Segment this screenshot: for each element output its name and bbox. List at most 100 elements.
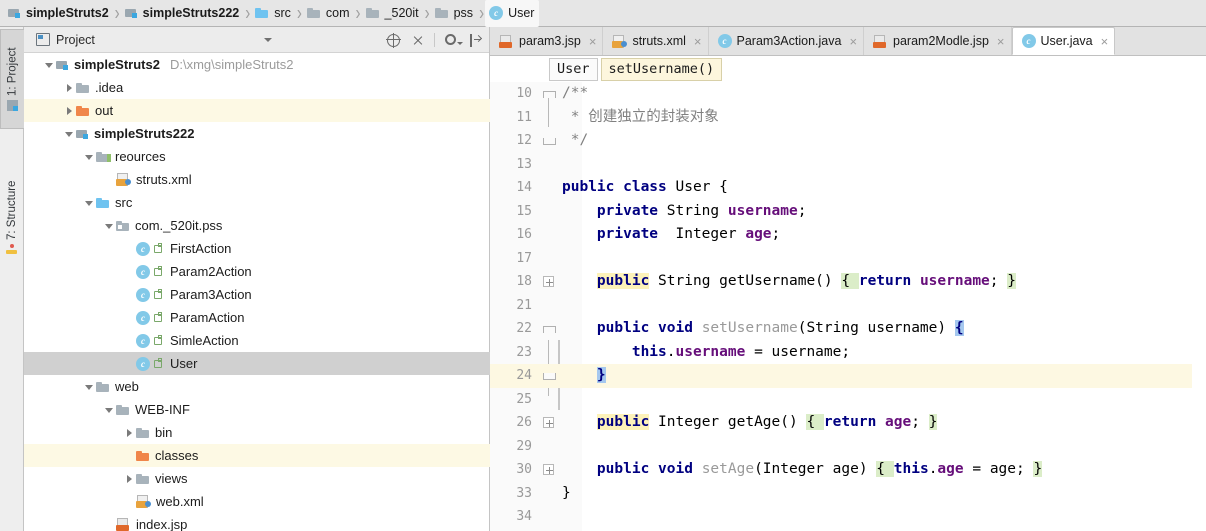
tree-row[interactable]: reources bbox=[24, 145, 490, 168]
code-line[interactable]: 26 public Integer getAge() { return age;… bbox=[490, 411, 1206, 435]
tree-row[interactable]: c ParamAction bbox=[24, 306, 490, 329]
tree-row[interactable]: classes bbox=[24, 444, 490, 467]
close-icon[interactable]: × bbox=[1101, 35, 1109, 48]
code-line[interactable]: 11 * 创建独立的封装对象 bbox=[490, 106, 1206, 130]
tree-row[interactable]: c Param3Action bbox=[24, 283, 490, 306]
tree-toggle-right-icon[interactable] bbox=[62, 99, 76, 122]
tree-row[interactable]: simpleStruts2 D:\xmg\simpleStruts2 bbox=[24, 53, 490, 76]
editor-tab-param2modle-jsp[interactable]: param2Modle.jsp × bbox=[864, 27, 1012, 55]
editor-scroll-rail[interactable] bbox=[1192, 82, 1206, 531]
code-text: private Integer age; bbox=[562, 223, 780, 247]
tree-row[interactable]: index.jsp bbox=[24, 513, 490, 531]
java-class-icon: c bbox=[136, 310, 150, 325]
breadcrumb-item-simplestruts2[interactable]: simpleStruts2 bbox=[4, 0, 114, 27]
code-line[interactable]: 34 bbox=[490, 505, 1206, 529]
tree-toggle-down-icon[interactable] bbox=[82, 145, 96, 168]
tree-row[interactable]: simpleStruts222 bbox=[24, 122, 490, 145]
tree-row-path: D:\xmg\simpleStruts2 bbox=[169, 57, 294, 72]
editor-breadcrumb-setusername[interactable]: setUsername() bbox=[600, 57, 723, 81]
code-line[interactable]: 30 public void setAge(Integer age) { thi… bbox=[490, 458, 1206, 482]
editor-tab-struts-xml[interactable]: struts.xml × bbox=[603, 27, 709, 55]
tool-window-button-project[interactable]: 1: Project bbox=[0, 29, 24, 129]
tree-row[interactable]: web.xml bbox=[24, 490, 490, 513]
tree-toggle-down-icon[interactable] bbox=[62, 122, 76, 145]
tree-row[interactable]: struts.xml bbox=[24, 168, 490, 191]
locate-target-icon[interactable] bbox=[386, 32, 401, 48]
chevron-down-icon[interactable] bbox=[264, 38, 272, 42]
code-line[interactable]: 24 } bbox=[490, 364, 1206, 388]
code-line[interactable]: 25 bbox=[490, 388, 1206, 412]
tree-toggle-right-icon[interactable] bbox=[122, 467, 136, 490]
tree-row[interactable]: web bbox=[24, 375, 490, 398]
code-line[interactable]: 22 public void setUsername(String userna… bbox=[490, 317, 1206, 341]
tree-row[interactable]: c User bbox=[24, 352, 490, 375]
code-line[interactable]: 23 this.username = username; bbox=[490, 341, 1206, 365]
project-tree[interactable]: simpleStruts2 D:\xmg\simpleStruts2 .idea ou… bbox=[24, 53, 490, 531]
breadcrumb-item-com[interactable]: com bbox=[303, 0, 355, 27]
java-class-icon: c bbox=[1021, 34, 1036, 48]
breadcrumb-item-user[interactable]: c User bbox=[485, 0, 540, 27]
code-fold-plus-icon[interactable] bbox=[543, 464, 554, 475]
tree-row[interactable]: c FirstAction bbox=[24, 237, 490, 260]
tree-row[interactable]: .idea bbox=[24, 76, 490, 99]
code-content[interactable]: 10/** 11 * 创建独立的封装对象 12 */13 14 public class… bbox=[490, 82, 1206, 531]
close-icon[interactable]: × bbox=[997, 35, 1005, 48]
code-line[interactable]: 21 bbox=[490, 294, 1206, 318]
code-line[interactable]: 15 private String username; bbox=[490, 200, 1206, 224]
tree-row[interactable]: WEB-INF bbox=[24, 398, 490, 421]
tree-row[interactable]: bin bbox=[24, 421, 490, 444]
code-fold-tipend-icon[interactable] bbox=[543, 135, 556, 146]
tree-toggle-down-icon[interactable] bbox=[82, 191, 96, 214]
tree-row[interactable]: c SimleAction bbox=[24, 329, 490, 352]
tree-toggle-down-icon[interactable] bbox=[102, 398, 116, 421]
code-line[interactable]: 12 */ bbox=[490, 129, 1206, 153]
close-icon[interactable]: × bbox=[694, 35, 702, 48]
module-icon bbox=[124, 7, 138, 19]
code-line[interactable]: 17 bbox=[490, 247, 1206, 271]
subclass-marker-icon bbox=[153, 265, 165, 278]
editor-tab-param3-jsp[interactable]: param3.jsp × bbox=[490, 27, 604, 55]
gear-icon[interactable] bbox=[444, 33, 463, 48]
tree-toggle-right-icon[interactable] bbox=[62, 76, 76, 99]
tree-row[interactable]: out bbox=[24, 99, 490, 122]
close-icon[interactable]: × bbox=[589, 35, 597, 48]
folder-icon bbox=[136, 473, 150, 485]
breadcrumb-item-pss[interactable]: pss bbox=[431, 0, 478, 27]
tool-window-button-structure[interactable]: 7: Structure bbox=[0, 162, 24, 274]
code-fold-tip-icon[interactable] bbox=[543, 323, 556, 334]
breadcrumb-item-simplestruts222[interactable]: simpleStruts222 bbox=[121, 0, 245, 27]
code-line[interactable]: 16 private Integer age; bbox=[490, 223, 1206, 247]
code-line[interactable]: 18 public String getUsername() { return … bbox=[490, 270, 1206, 294]
editor-breadcrumb-user[interactable]: User bbox=[549, 57, 598, 81]
tree-row[interactable]: com._520it.pss bbox=[24, 214, 490, 237]
code-fold-tipend-icon[interactable] bbox=[543, 370, 556, 381]
code-line[interactable]: 33} bbox=[490, 482, 1206, 506]
code-fold-plus-icon[interactable] bbox=[543, 417, 554, 428]
code-line[interactable]: 10 /** bbox=[490, 82, 1206, 106]
tree-toggle-down-icon[interactable] bbox=[82, 375, 96, 398]
hide-panel-icon[interactable] bbox=[468, 33, 483, 48]
tree-toggle-down-icon[interactable] bbox=[42, 53, 56, 76]
code-token: (Integer age) bbox=[754, 461, 877, 477]
tree-row[interactable]: views bbox=[24, 467, 490, 490]
editor-tab-label: param2Modle.jsp bbox=[893, 34, 989, 48]
code-line[interactable]: 29 bbox=[490, 435, 1206, 459]
tree-toggle-down-icon[interactable] bbox=[102, 214, 116, 237]
editor-tab-param3action-java[interactable]: c Param3Action.java × bbox=[708, 27, 865, 55]
tree-row[interactable]: src bbox=[24, 191, 490, 214]
code-fold-plus-icon[interactable] bbox=[543, 276, 554, 287]
editor-tab-user-java[interactable]: c User.java × bbox=[1011, 27, 1116, 55]
code-line[interactable]: 13 bbox=[490, 153, 1206, 177]
code-token: } bbox=[596, 367, 606, 383]
breadcrumb-item-src[interactable]: src bbox=[251, 0, 296, 27]
code-fold-tip-icon[interactable] bbox=[543, 88, 556, 99]
tree-row[interactable]: c Param2Action bbox=[24, 260, 490, 283]
tree-toggle-right-icon[interactable] bbox=[122, 421, 136, 444]
breadcrumb-item--520it[interactable]: _520it bbox=[362, 0, 424, 27]
code-editor[interactable]: User setUsername() 10/** 11 * 创建独立的封装对象 12 … bbox=[490, 56, 1206, 531]
tree-row-label: Param2Action bbox=[170, 264, 252, 279]
code-line[interactable]: 14 public class User { bbox=[490, 176, 1206, 200]
collapse-all-icon[interactable] bbox=[410, 32, 425, 48]
close-icon[interactable]: × bbox=[849, 35, 857, 48]
